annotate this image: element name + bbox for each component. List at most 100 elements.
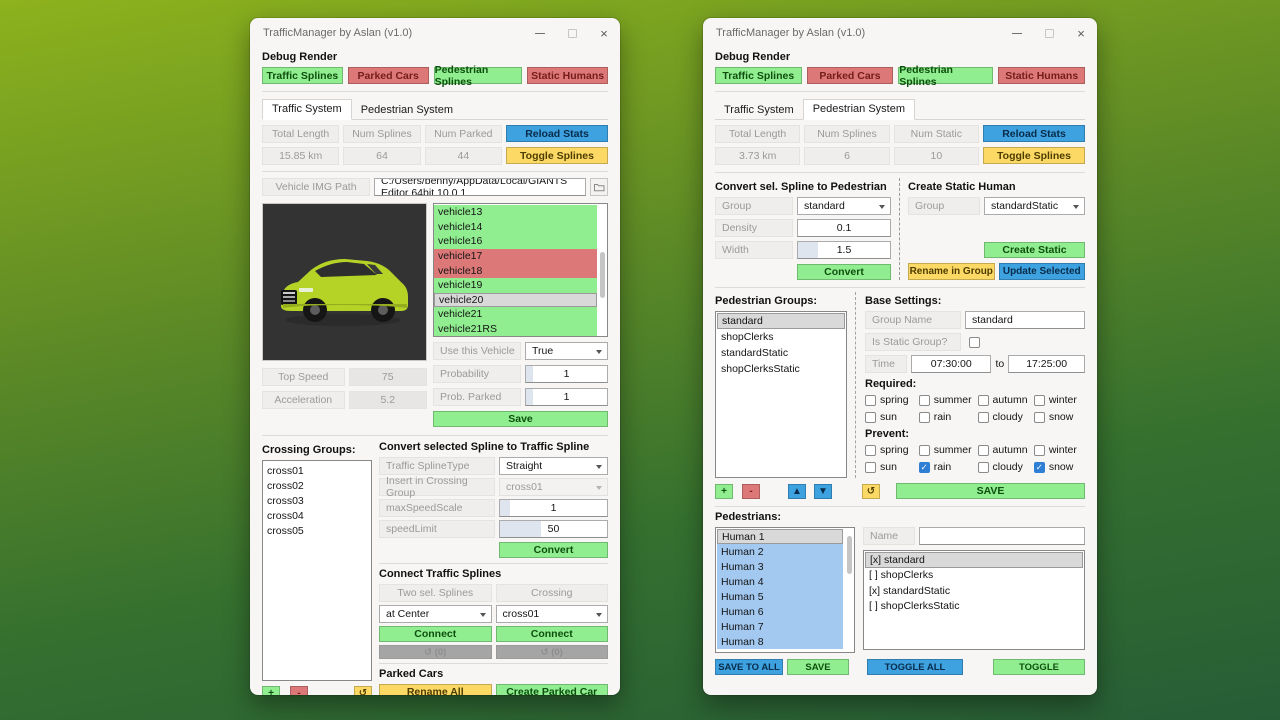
- debug-parked-cars-button[interactable]: Parked Cars: [807, 67, 894, 84]
- remove-group-button[interactable]: -: [742, 484, 760, 499]
- prevent-summer[interactable]: summer: [919, 444, 978, 456]
- vehicle-list-item[interactable]: vehicle18: [434, 263, 597, 278]
- required-cloudy[interactable]: cloudy: [978, 411, 1034, 423]
- maximize-button[interactable]: [1033, 18, 1065, 48]
- checkbox[interactable]: [865, 445, 876, 456]
- pedestrian-group-item[interactable]: shopClerks: [717, 329, 845, 345]
- crossing-group-item[interactable]: cross01: [263, 463, 371, 478]
- undo-connect-button[interactable]: ↺ (0): [379, 645, 492, 659]
- vehicle-list-item[interactable]: vehicle17: [434, 249, 597, 264]
- checkbox[interactable]: [865, 412, 876, 423]
- pedestrian-item[interactable]: Human 2: [717, 544, 843, 559]
- pedestrian-name-input[interactable]: [919, 527, 1085, 545]
- update-selected-button[interactable]: Update Selected: [999, 263, 1086, 280]
- add-group-button[interactable]: +: [715, 484, 733, 499]
- pedestrian-item[interactable]: Human 5: [717, 589, 843, 604]
- checkbox[interactable]: [919, 445, 930, 456]
- scrollbar-thumb[interactable]: [847, 536, 852, 574]
- scrollbar-thumb[interactable]: [600, 252, 605, 298]
- tab-traffic-system[interactable]: Traffic System: [715, 101, 803, 120]
- browse-folder-button[interactable]: [590, 178, 608, 196]
- checkbox[interactable]: [865, 462, 876, 473]
- time-from-input[interactable]: 07:30:00: [911, 355, 991, 373]
- vehicle-img-path-input[interactable]: C:/Users/benny/AppData/Local/GIANTS Edit…: [374, 178, 586, 196]
- create-parked-car-button[interactable]: Create Parked Car: [496, 684, 609, 695]
- pedestrian-item[interactable]: Human 3: [717, 559, 843, 574]
- prevent-winter[interactable]: winter: [1034, 444, 1085, 456]
- crossing-group-item[interactable]: cross03: [263, 493, 371, 508]
- debug-pedestrian-splines-button[interactable]: Pedestrian Splines: [898, 67, 993, 84]
- vehicle-list-item[interactable]: vehicle13: [434, 205, 597, 220]
- minimize-button[interactable]: [1001, 18, 1033, 48]
- pedestrian-item[interactable]: Human 4: [717, 574, 843, 589]
- convert-spline-button[interactable]: Convert: [499, 542, 608, 558]
- add-crossing-group-button[interactable]: +: [262, 686, 280, 695]
- toggle-button[interactable]: TOGGLE: [993, 659, 1085, 675]
- remove-crossing-group-button[interactable]: -: [290, 686, 308, 695]
- prevent-cloudy[interactable]: cloudy: [978, 461, 1034, 473]
- prevent-autumn[interactable]: autumn: [978, 444, 1034, 456]
- flag-item[interactable]: [ ] shopClerksStatic: [865, 599, 1083, 615]
- prevent-sun[interactable]: sun: [865, 461, 919, 473]
- save-group-button[interactable]: SAVE: [896, 483, 1085, 499]
- move-group-down-button[interactable]: ▼: [814, 484, 832, 499]
- static-group-select[interactable]: standardStatic: [984, 197, 1085, 215]
- close-button[interactable]: ×: [1065, 18, 1097, 48]
- prob-parked-input[interactable]: 1: [525, 388, 608, 406]
- prevent-spring[interactable]: spring: [865, 444, 919, 456]
- titlebar[interactable]: TrafficManager by Aslan (v1.0) ×: [250, 18, 620, 48]
- connect-position-select[interactable]: at Center: [379, 605, 492, 623]
- pedestrian-group-item[interactable]: standard: [717, 313, 845, 329]
- density-input[interactable]: 0.1: [797, 219, 891, 237]
- maximize-button[interactable]: [556, 18, 588, 48]
- checkbox[interactable]: [1034, 462, 1045, 473]
- width-input[interactable]: 1.5: [797, 241, 891, 259]
- checkbox[interactable]: [978, 395, 989, 406]
- vehicle-list-item[interactable]: vehicle19: [434, 278, 597, 293]
- flag-item[interactable]: [ ] shopClerks: [865, 568, 1083, 584]
- insert-crossing-group-select[interactable]: cross01: [499, 478, 608, 496]
- debug-parked-cars-button[interactable]: Parked Cars: [348, 67, 429, 84]
- checkbox[interactable]: [978, 412, 989, 423]
- move-group-up-button[interactable]: ▲: [788, 484, 806, 499]
- tab-traffic-system[interactable]: Traffic System: [262, 99, 352, 120]
- flag-item[interactable]: [x] standardStatic: [865, 583, 1083, 599]
- required-summer[interactable]: summer: [919, 394, 978, 406]
- toggle-splines-button[interactable]: Toggle Splines: [506, 147, 608, 164]
- crossing-group-item[interactable]: cross04: [263, 508, 371, 523]
- pedestrian-group-item[interactable]: shopClerksStatic: [717, 361, 845, 377]
- prevent-rain[interactable]: rain: [919, 461, 978, 473]
- vehicle-list-item[interactable]: vehicle14: [434, 220, 597, 235]
- is-static-group-checkbox[interactable]: [969, 337, 980, 348]
- toggle-all-button[interactable]: TOGGLE ALL: [867, 659, 963, 675]
- tab-pedestrian-system[interactable]: Pedestrian System: [352, 101, 462, 120]
- required-autumn[interactable]: autumn: [978, 394, 1034, 406]
- rename-all-button[interactable]: Rename All: [379, 684, 492, 695]
- save-vehicle-button[interactable]: Save: [433, 411, 608, 427]
- tab-pedestrian-system[interactable]: Pedestrian System: [803, 99, 915, 120]
- reload-stats-button[interactable]: Reload Stats: [983, 125, 1085, 142]
- checkbox[interactable]: [919, 412, 930, 423]
- crossing-group-item[interactable]: cross02: [263, 478, 371, 493]
- minimize-button[interactable]: [524, 18, 556, 48]
- checkbox[interactable]: [978, 445, 989, 456]
- pedestrian-group-item[interactable]: standardStatic: [717, 345, 845, 361]
- rename-in-group-button[interactable]: Rename in Group: [908, 263, 995, 280]
- probability-input[interactable]: 1: [525, 365, 608, 383]
- time-to-input[interactable]: 17:25:00: [1008, 355, 1085, 373]
- required-sun[interactable]: sun: [865, 411, 919, 423]
- pedestrian-group-select[interactable]: standard: [797, 197, 891, 215]
- required-snow[interactable]: snow: [1034, 411, 1085, 423]
- titlebar[interactable]: TrafficManager by Aslan (v1.0) ×: [703, 18, 1097, 48]
- close-button[interactable]: ×: [588, 18, 620, 48]
- traffic-splinetype-select[interactable]: Straight: [499, 457, 608, 475]
- group-name-input[interactable]: standard: [965, 311, 1085, 329]
- flag-item[interactable]: [x] standard: [865, 552, 1083, 568]
- required-winter[interactable]: winter: [1034, 394, 1085, 406]
- debug-traffic-splines-button[interactable]: Traffic Splines: [715, 67, 802, 84]
- pedestrian-item[interactable]: Human 6: [717, 604, 843, 619]
- debug-traffic-splines-button[interactable]: Traffic Splines: [262, 67, 343, 84]
- connect-splines-button[interactable]: Connect: [379, 626, 492, 642]
- prevent-snow[interactable]: snow: [1034, 461, 1085, 473]
- maxspeedscale-input[interactable]: 1: [499, 499, 608, 517]
